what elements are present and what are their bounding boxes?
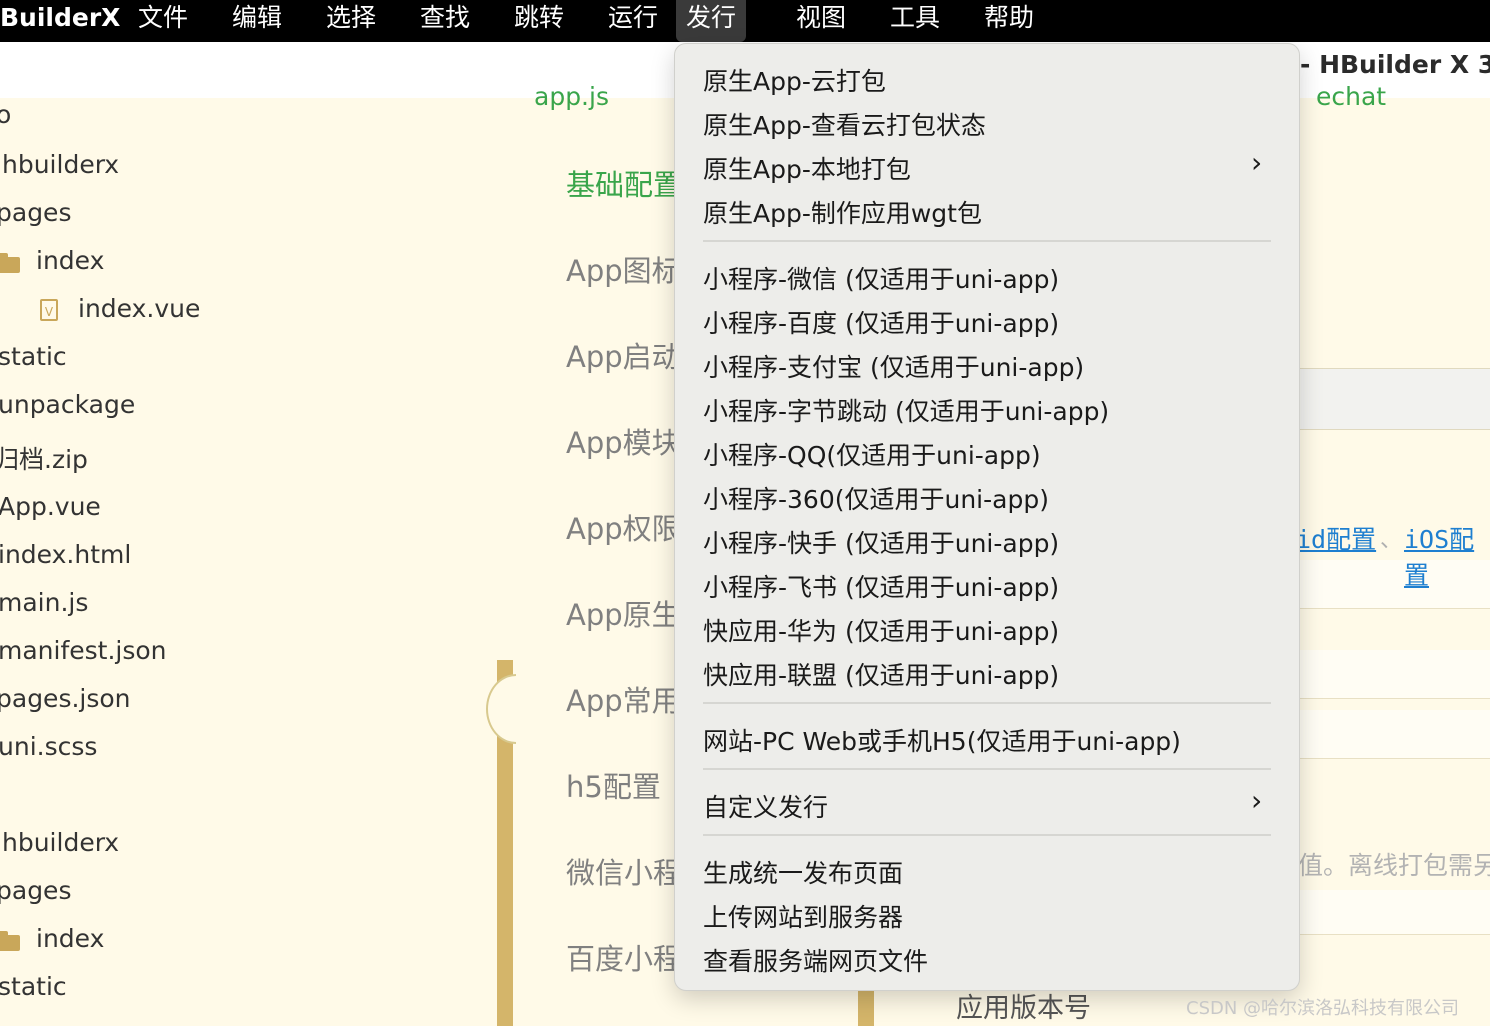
tree-item[interactable]: main.js <box>0 588 88 617</box>
menu-separator <box>703 240 1271 242</box>
config-nav-splash[interactable]: App启动 <box>566 334 681 376</box>
menu-run[interactable]: 运行 <box>608 0 658 42</box>
input-field[interactable] <box>1298 368 1490 430</box>
tree-item[interactable]: pages <box>0 876 71 905</box>
menu-item-qa-union[interactable]: 快应用-联盟 (仅适用于uni-app) <box>703 656 1059 692</box>
config-nav-modules[interactable]: App模块 <box>566 420 681 462</box>
menu-tools[interactable]: 工具 <box>890 0 940 42</box>
input-field[interactable] <box>1298 710 1490 759</box>
menu-item-upload-site[interactable]: 上传网站到服务器 <box>703 898 903 934</box>
folder-icon <box>0 253 20 273</box>
tree-item[interactable]: pages.json <box>0 684 131 713</box>
menu-item-cloud-pack[interactable]: 原生App-云打包 <box>703 62 886 98</box>
config-nav-h5[interactable]: h5配置 <box>566 764 661 806</box>
menu-item-web-h5[interactable]: 网站-PC Web或手机H5(仅适用于uni-app) <box>703 722 1181 758</box>
menu-item-mp-baidu[interactable]: 小程序-百度 (仅适用于uni-app) <box>703 304 1059 340</box>
menu-find[interactable]: 查找 <box>420 0 470 42</box>
config-nav-baidu[interactable]: 百度小程 <box>566 936 682 978</box>
tab-wechat[interactable]: echat <box>1316 82 1386 111</box>
publish-dropdown-menu: 原生App-云打包 原生App-查看云打包状态 原生App-本地打包 › 原生A… <box>674 43 1300 991</box>
tree-item[interactable]: uni.scss <box>0 732 97 761</box>
config-nav-basic[interactable]: 基础配置 <box>566 162 682 204</box>
tree-item[interactable]: 归档.zip <box>0 440 88 476</box>
menu-item-cloud-status[interactable]: 原生App-查看云打包状态 <box>703 106 986 142</box>
chevron-right-icon: › <box>1251 784 1263 817</box>
tree-item[interactable]: unpackage <box>0 390 135 419</box>
menu-publish[interactable]: 发行 <box>676 0 747 42</box>
menu-separator <box>703 834 1271 836</box>
menu-separator <box>703 768 1271 770</box>
menu-bar: BuilderX 文件 编辑 选择 查找 跳转 运行 发行 视图 工具 帮助 <box>0 0 1490 42</box>
tree-item[interactable]: hbuilderx <box>2 828 119 857</box>
tree-item[interactable]: index.vue <box>78 294 200 323</box>
tree-item[interactable]: static <box>0 972 67 1001</box>
tab-app-js[interactable]: app.js <box>534 82 609 111</box>
menu-item-view-server-files[interactable]: 查看服务端网页文件 <box>703 942 928 978</box>
tree-item[interactable]: static <box>0 342 67 371</box>
ios-config-link[interactable]: iOS配置 <box>1404 520 1490 592</box>
tree-item[interactable]: hbuilderx <box>2 150 119 179</box>
config-nav-permissions[interactable]: App权限 <box>566 506 681 548</box>
project-tree: o hbuilderx pages index V index.vue stat… <box>0 98 518 1026</box>
tree-item[interactable]: index <box>36 246 104 275</box>
menu-item-unified-page[interactable]: 生成统一发布页面 <box>703 854 903 890</box>
menu-item-mp-kuaishou[interactable]: 小程序-快手 (仅适用于uni-app) <box>703 524 1059 560</box>
window-title: - HBuilder X 3. <box>1300 50 1490 79</box>
config-nav-common[interactable]: App常用 <box>566 678 681 720</box>
tree-item[interactable]: manifest.json <box>0 636 167 665</box>
link-separator: 、 <box>1380 528 1403 553</box>
menu-separator <box>703 702 1271 704</box>
input-field[interactable] <box>1298 650 1490 699</box>
menu-item-wgt[interactable]: 原生App-制作应用wgt包 <box>703 194 982 230</box>
chevron-right-icon: › <box>1251 146 1263 179</box>
menu-item-mp-alipay[interactable]: 小程序-支付宝 (仅适用于uni-app) <box>703 348 1084 384</box>
tree-item[interactable]: index <box>36 924 104 953</box>
app-version-label: 应用版本号 <box>956 993 1091 1024</box>
menu-item-qa-huawei[interactable]: 快应用-华为 (仅适用于uni-app) <box>703 612 1059 648</box>
menu-item-custom-publish[interactable]: 自定义发行 <box>703 788 828 824</box>
menu-view[interactable]: 视图 <box>796 0 846 42</box>
app-menu[interactable]: BuilderX <box>0 0 120 42</box>
config-nav-native[interactable]: App原生 <box>566 592 681 634</box>
config-nav-icon[interactable]: App图标 <box>566 248 681 290</box>
tree-item[interactable]: pages <box>0 198 71 227</box>
menu-help[interactable]: 帮助 <box>984 0 1034 42</box>
menu-file[interactable]: 文件 <box>138 0 188 42</box>
tree-item[interactable]: index.html <box>0 540 131 569</box>
menu-select[interactable]: 选择 <box>326 0 376 42</box>
menu-item-local-pack[interactable]: 原生App-本地打包 <box>703 150 911 186</box>
vue-file-icon: V <box>40 299 58 321</box>
hint-text: 值。离线打包需另 <box>1298 851 1490 880</box>
menu-item-mp-wechat[interactable]: 小程序-微信 (仅适用于uni-app) <box>703 260 1059 296</box>
tree-item[interactable]: o <box>0 100 11 129</box>
android-config-link[interactable]: id配置 <box>1296 520 1376 556</box>
watermark: CSDN @哈尔滨洛弘科技有限公司 <box>1186 998 1460 1019</box>
menu-item-mp-360[interactable]: 小程序-360(仅适用于uni-app) <box>703 480 1049 516</box>
menu-edit[interactable]: 编辑 <box>232 0 282 42</box>
menu-item-mp-qq[interactable]: 小程序-QQ(仅适用于uni-app) <box>703 436 1041 472</box>
content-scrollbar[interactable] <box>858 986 874 1026</box>
menu-item-mp-feishu[interactable]: 小程序-飞书 (仅适用于uni-app) <box>703 568 1059 604</box>
input-field[interactable] <box>1298 890 1490 935</box>
folder-icon <box>0 931 20 951</box>
menu-item-mp-bytedance[interactable]: 小程序-字节跳动 (仅适用于uni-app) <box>703 392 1109 428</box>
menu-goto[interactable]: 跳转 <box>514 0 564 42</box>
tree-item[interactable]: App.vue <box>0 492 101 521</box>
config-nav-wechat[interactable]: 微信小程 <box>566 850 682 892</box>
